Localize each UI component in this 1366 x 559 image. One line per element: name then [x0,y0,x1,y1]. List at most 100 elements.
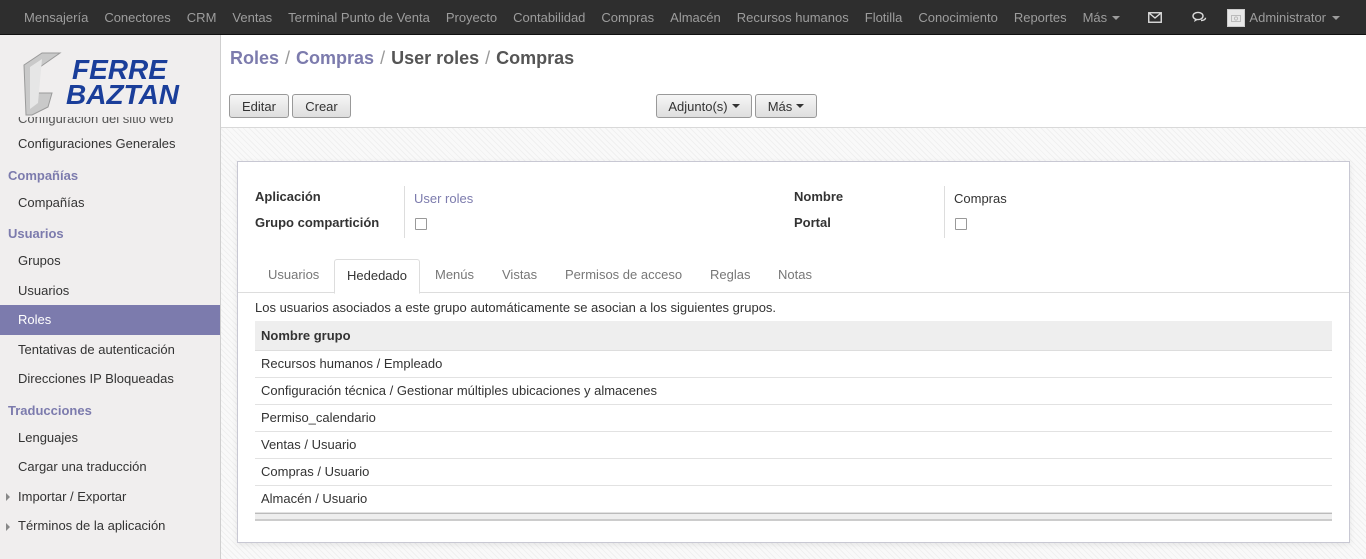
sidebar-item-label: Tentativas de autenticación [18,341,175,357]
more-button[interactable]: Más [755,94,817,118]
sidebar-item-label: Direcciones IP Bloqueadas [18,371,174,386]
logo-text-line2: BAZTAN [66,79,180,110]
breadcrumb-user-roles: User roles [391,48,480,68]
sidebar-item-usuarios[interactable]: Usuarios [0,276,220,306]
chat-button[interactable] [1177,0,1221,35]
ferre-baztan-logo: FERRE BAZTAN [23,52,180,116]
name-value: Compras [954,191,1007,206]
attachments-button[interactable]: Adjunto(s) [656,94,752,118]
avatar [1227,8,1246,27]
table-row[interactable]: Configuración técnica / Gestionar múltip… [255,378,1332,405]
portal-checkbox[interactable] [955,218,967,230]
table-row[interactable]: Ventas / Usuario [255,432,1332,459]
more-button-label: Más [767,98,793,114]
user-menu[interactable]: Administrator [1221,8,1366,27]
sidebar-item-label: Configuración del sitio web [18,117,174,126]
form-view: Aplicación User roles Grupo compartición… [221,128,1366,559]
menu-rrhh[interactable]: Recursos humanos [729,0,857,35]
share-group-label: Grupo compartición [255,215,380,230]
breadcrumb-roles[interactable]: Roles [230,48,279,68]
sidebar-item-direcciones-ip[interactable]: Direcciones IP Bloqueadas [0,364,220,394]
caret-down-icon [1112,16,1121,21]
menu-conectores[interactable]: Conectores [96,0,178,35]
menu-crm[interactable]: CRM [179,0,225,35]
menu-reportes[interactable]: Reportes [1006,0,1075,35]
messages-button[interactable] [1133,0,1177,35]
tab-vistas[interactable]: Vistas [490,259,549,293]
tab-permisos-acceso[interactable]: Permisos de acceso [553,259,694,293]
breadcrumb-current: Compras [496,48,575,68]
menu-almacen[interactable]: Almacén [662,0,729,35]
sidebar-item-importar-exportar[interactable]: Importar / Exportar [0,482,220,512]
menu-contabilidad[interactable]: Contabilidad [505,0,593,35]
form-sheet: Aplicación User roles Grupo compartición… [237,161,1350,543]
application-value-link[interactable]: User roles [414,191,473,206]
sidebar-item-terminos[interactable]: Términos de la aplicación [0,511,220,541]
share-group-checkbox[interactable] [415,218,427,230]
sidebar-item-label: Configuraciones Generales [18,136,176,151]
sidebar-section-companias: Compañías [8,167,79,183]
sidebar-item-tentativas[interactable]: Tentativas de autenticación [0,335,220,365]
sidebar-item-grupos[interactable]: Grupos [0,246,220,276]
app-menu: Mensajería Conectores CRM Ventas Termina… [0,0,1128,35]
sidebar-item-label: Importar / Exportar [18,488,127,504]
tab-reglas[interactable]: Reglas [698,259,762,293]
create-button-label: Crear [305,98,338,114]
table-row[interactable]: Recursos humanos / Empleado [255,351,1332,378]
company-logo[interactable]: FERRE BAZTAN [0,35,220,130]
table-row[interactable]: Compras / Usuario [255,459,1332,486]
tab-usuarios[interactable]: Usuarios [256,259,331,293]
table-footer [255,513,1332,521]
sidebar-menu: Configuración del sitio web Configuracio… [0,117,220,541]
sidebar-item-config-general[interactable]: Configuraciones Generales [0,129,220,159]
menu-compras[interactable]: Compras [593,0,662,35]
breadcrumb: Roles / Compras / User roles / Compras [230,48,574,69]
sidebar-item-roles[interactable]: Roles [0,305,220,335]
inherited-groups-table: Nombre grupo Recursos humanos / Empleado… [255,321,1332,521]
sidebar-item-label: Términos de la aplicación [18,518,166,533]
sidebar-item-config-web[interactable]: Configuración del sitio web [0,117,220,129]
sidebar-section-usuarios: Usuarios [8,226,64,241]
envelope-icon [1148,12,1163,23]
control-panel: Roles / Compras / User roles / Compras Editar … [221,35,1366,128]
caret-right-icon [6,493,10,502]
inherited-description: Los usuarios asociados a este grupo auto… [255,300,777,315]
tab-heredado[interactable]: Hededado [334,259,420,294]
sidebar-item-companias[interactable]: Compañías [0,188,220,218]
attachments-button-label: Adjunto(s) [668,98,728,114]
tab-menus[interactable]: Menús [423,259,486,293]
sidebar-item-label: Grupos [18,253,61,268]
table-row[interactable]: Almacén / Usuario [255,486,1332,513]
menu-mensajeria[interactable]: Mensajería [16,0,96,35]
column-header-nombre-grupo[interactable]: Nombre grupo [255,321,1332,351]
menu-pos[interactable]: Terminal Punto de Venta [280,0,438,35]
tab-notas[interactable]: Notas [766,259,824,293]
sidebar-item-label: Roles [18,312,52,327]
sidebar-item-lenguajes[interactable]: Lenguajes [0,423,220,453]
menu-proyecto[interactable]: Proyecto [438,0,505,35]
menu-mas-label: Más [1082,9,1108,25]
sidebar-section-traducciones: Traducciones [8,402,92,418]
breadcrumb-separator: / [485,48,491,68]
sidebar-item-label: Cargar una traducción [18,459,147,474]
notebook-tabs: Usuarios Hededado Menús Vistas Permisos … [238,259,1349,294]
sidebar-item-label: Lenguajes [18,429,78,445]
menu-ventas[interactable]: Ventas [224,0,280,35]
create-button[interactable]: Crear [292,94,351,118]
menu-flotilla[interactable]: Flotilla [857,0,911,35]
edit-button[interactable]: Editar [229,94,289,118]
caret-down-icon [796,104,805,108]
menu-mas[interactable]: Más [1075,0,1129,35]
breadcrumb-compras[interactable]: Compras [296,48,374,68]
systray: Administrator [1133,0,1366,35]
name-label: Nombre [794,189,844,204]
caret-down-icon [731,104,740,108]
sidebar-item-cargar-traduccion[interactable]: Cargar una traducción [0,452,220,482]
top-navbar: Mensajería Conectores CRM Ventas Termina… [0,0,1366,35]
menu-conocimiento[interactable]: Conocimiento [910,0,1006,35]
breadcrumb-separator: / [380,48,386,68]
table-row[interactable]: Permiso_calendario [255,405,1332,432]
field-divider [404,186,405,238]
sidebar-item-label: Compañías [18,194,85,210]
user-name: Administrator [1249,10,1326,25]
